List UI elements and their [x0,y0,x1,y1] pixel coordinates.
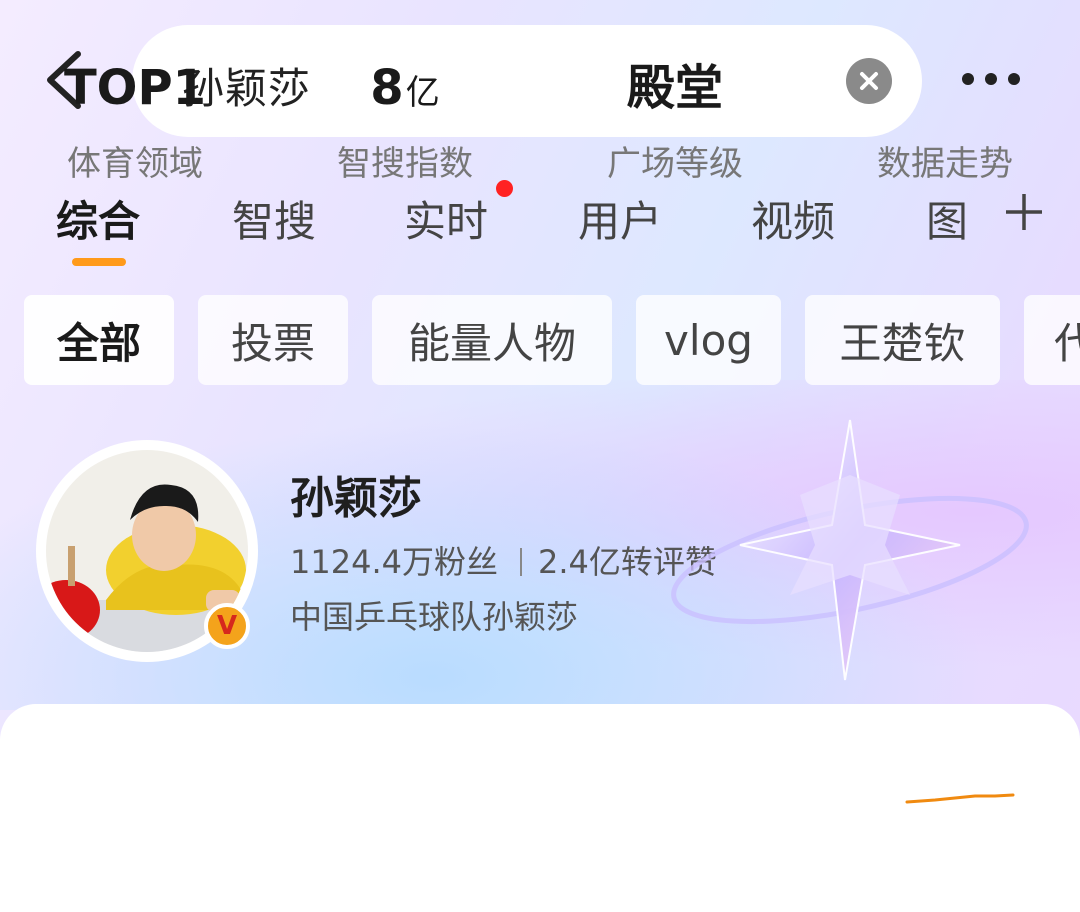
tab-comprehensive[interactable]: 综合 [56,188,140,249]
followers-count: 1124.4万粉丝 [290,543,498,581]
tab-smart-search[interactable]: 智搜 [232,188,316,249]
metric-domain-rank[interactable]: TOP1 体育领域 [0,58,270,185]
metric-search-index[interactable]: 8亿 智搜指数 [270,58,540,185]
metric-data-trend[interactable]: 数据走势 [810,58,1080,185]
add-tab-button[interactable] [1004,192,1044,232]
metric-unit: 亿 [405,73,440,113]
metric-label: 数据走势 [877,144,1013,184]
chip-wang-chuqin[interactable]: 王楚钦 [805,295,1000,385]
tab-realtime[interactable]: 实时 [404,188,488,249]
metric-value: 8 [370,60,404,116]
trend-sparkline [905,793,1015,804]
chip-partial[interactable]: 代 [1024,295,1080,385]
metric-value: TOP1 [63,60,207,116]
chip-vote[interactable]: 投票 [198,295,348,385]
profile-description: 中国乒乓球队孙颖莎 [290,598,579,636]
profile-stats: 1124.4万粉丝 2.4亿转评赞 [290,537,717,583]
stats-divider [519,548,522,576]
metric-label: 广场等级 [607,144,743,184]
metric-label: 智搜指数 [337,144,473,184]
crystal-star-decoration [671,419,1029,681]
tab-bar: 综合 智搜 实时 用户 视频 图 [0,180,1080,270]
tab-videos[interactable]: 视频 [751,188,835,249]
tab-users[interactable]: 用户 [578,188,662,249]
chip-all[interactable]: 全部 [24,295,174,385]
chip-energy-person[interactable]: 能量人物 [372,295,612,385]
profile-name[interactable]: 孙颖莎 [290,462,422,526]
filter-chips: 全部 投票 能量人物 vlog 王楚钦 代 [0,295,1080,387]
verified-badge-icon: V [204,603,250,649]
metric-value: 殿堂 [626,60,723,116]
metric-plaza-level[interactable]: 殿堂 广场等级 [540,58,810,185]
chip-vlog[interactable]: vlog [636,295,781,385]
tab-images[interactable]: 图 [926,188,968,249]
plus-icon [1006,194,1042,230]
metric-label: 体育领域 [67,144,203,184]
active-tab-indicator [72,258,126,266]
